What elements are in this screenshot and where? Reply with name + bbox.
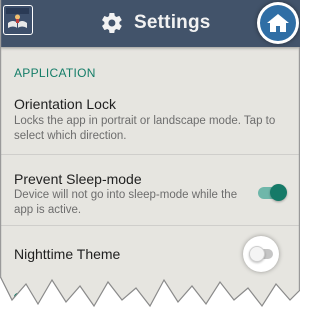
app-header: Settings — [0, 0, 300, 47]
section-header-application: APPLICATION — [14, 66, 96, 80]
setting-title: Prevent Sleep-mode — [14, 171, 142, 187]
gear-icon — [102, 12, 122, 34]
setting-title: Nighttime Theme — [14, 246, 121, 262]
setting-description: Device will not go into sleep-mode while… — [14, 189, 238, 216]
setting-prevent-sleep-mode[interactable]: Prevent Sleep-mode Device will not go in… — [0, 155, 300, 225]
settings-screen: Settings APPLICATION Orientation Lock Lo… — [0, 0, 300, 314]
nighttime-theme-toggle-highlight — [243, 236, 279, 272]
setting-orientation-lock[interactable]: Orientation Lock Locks the app in portra… — [0, 88, 300, 154]
toggle-thumb — [249, 246, 265, 262]
setting-title: Orientation Lock — [14, 96, 116, 112]
home-button[interactable] — [257, 2, 299, 44]
prevent-sleep-toggle[interactable] — [258, 184, 287, 201]
section-icon — [14, 293, 22, 301]
page-title: Settings — [134, 12, 211, 33]
home-icon — [267, 14, 289, 32]
toggle-thumb — [270, 184, 287, 201]
book-reader-icon[interactable] — [3, 5, 33, 35]
setting-description: Locks the app in portrait or landscape m… — [14, 115, 276, 142]
nighttime-theme-toggle[interactable] — [249, 246, 273, 262]
